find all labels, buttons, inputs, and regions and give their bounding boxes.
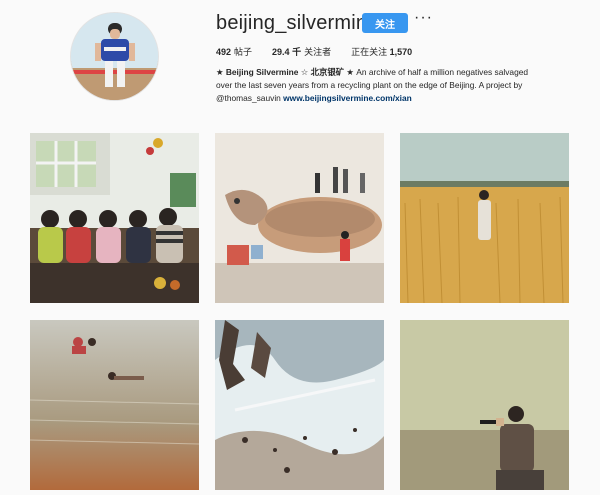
post-image-women-group [30, 133, 199, 303]
post-tile-4[interactable] [30, 320, 199, 490]
followers-count: 29.4 千 [272, 47, 302, 57]
following-count: 1,570 [389, 47, 413, 57]
profile-stats: 492 帖子 29.4 千关注者 正在关注 1,570 [216, 45, 435, 58]
followers-label: 关注者 [304, 47, 332, 57]
posts-label: 帖子 [234, 47, 253, 57]
post-tile-3[interactable] [400, 133, 569, 303]
post-image-man-drinking [400, 320, 569, 490]
post-image-turtle-statue [215, 133, 384, 303]
more-options-icon[interactable]: ··· [414, 9, 433, 27]
bio-handle-link[interactable]: @thomas_sauvin [216, 93, 281, 103]
post-tile-2[interactable] [215, 133, 384, 303]
post-tile-1[interactable] [30, 133, 199, 303]
post-image-wheat-field [400, 133, 569, 303]
followers-stat[interactable]: 29.4 千关注者 [272, 45, 331, 58]
follow-button[interactable]: 关注 [362, 13, 408, 33]
bio-name: ★ Beijing Silvermine ☆ 北京银矿 ★ [216, 67, 354, 77]
following-label: 正在关注 [351, 47, 388, 57]
profile-bio: ★ Beijing Silvermine ☆ 北京银矿 ★ An archive… [216, 66, 546, 105]
profile-avatar[interactable] [70, 12, 159, 101]
post-tile-5[interactable] [215, 320, 384, 490]
profile-header: beijing_silvermine 关注 ··· 492 帖子 29.4 千关注… [0, 0, 600, 118]
bio-website-link[interactable]: www.beijingsilvermine.com/xian [283, 93, 412, 103]
post-tile-6[interactable] [400, 320, 569, 490]
posts-count: 492 [216, 47, 232, 57]
avatar-photo [71, 13, 158, 100]
posts-stat: 492 帖子 [216, 45, 252, 58]
post-image-swimming [30, 320, 199, 490]
profile-username: beijing_silvermine [216, 12, 379, 34]
following-stat[interactable]: 正在关注 1,570 [351, 45, 415, 58]
post-image-damaged-negative [215, 320, 384, 490]
